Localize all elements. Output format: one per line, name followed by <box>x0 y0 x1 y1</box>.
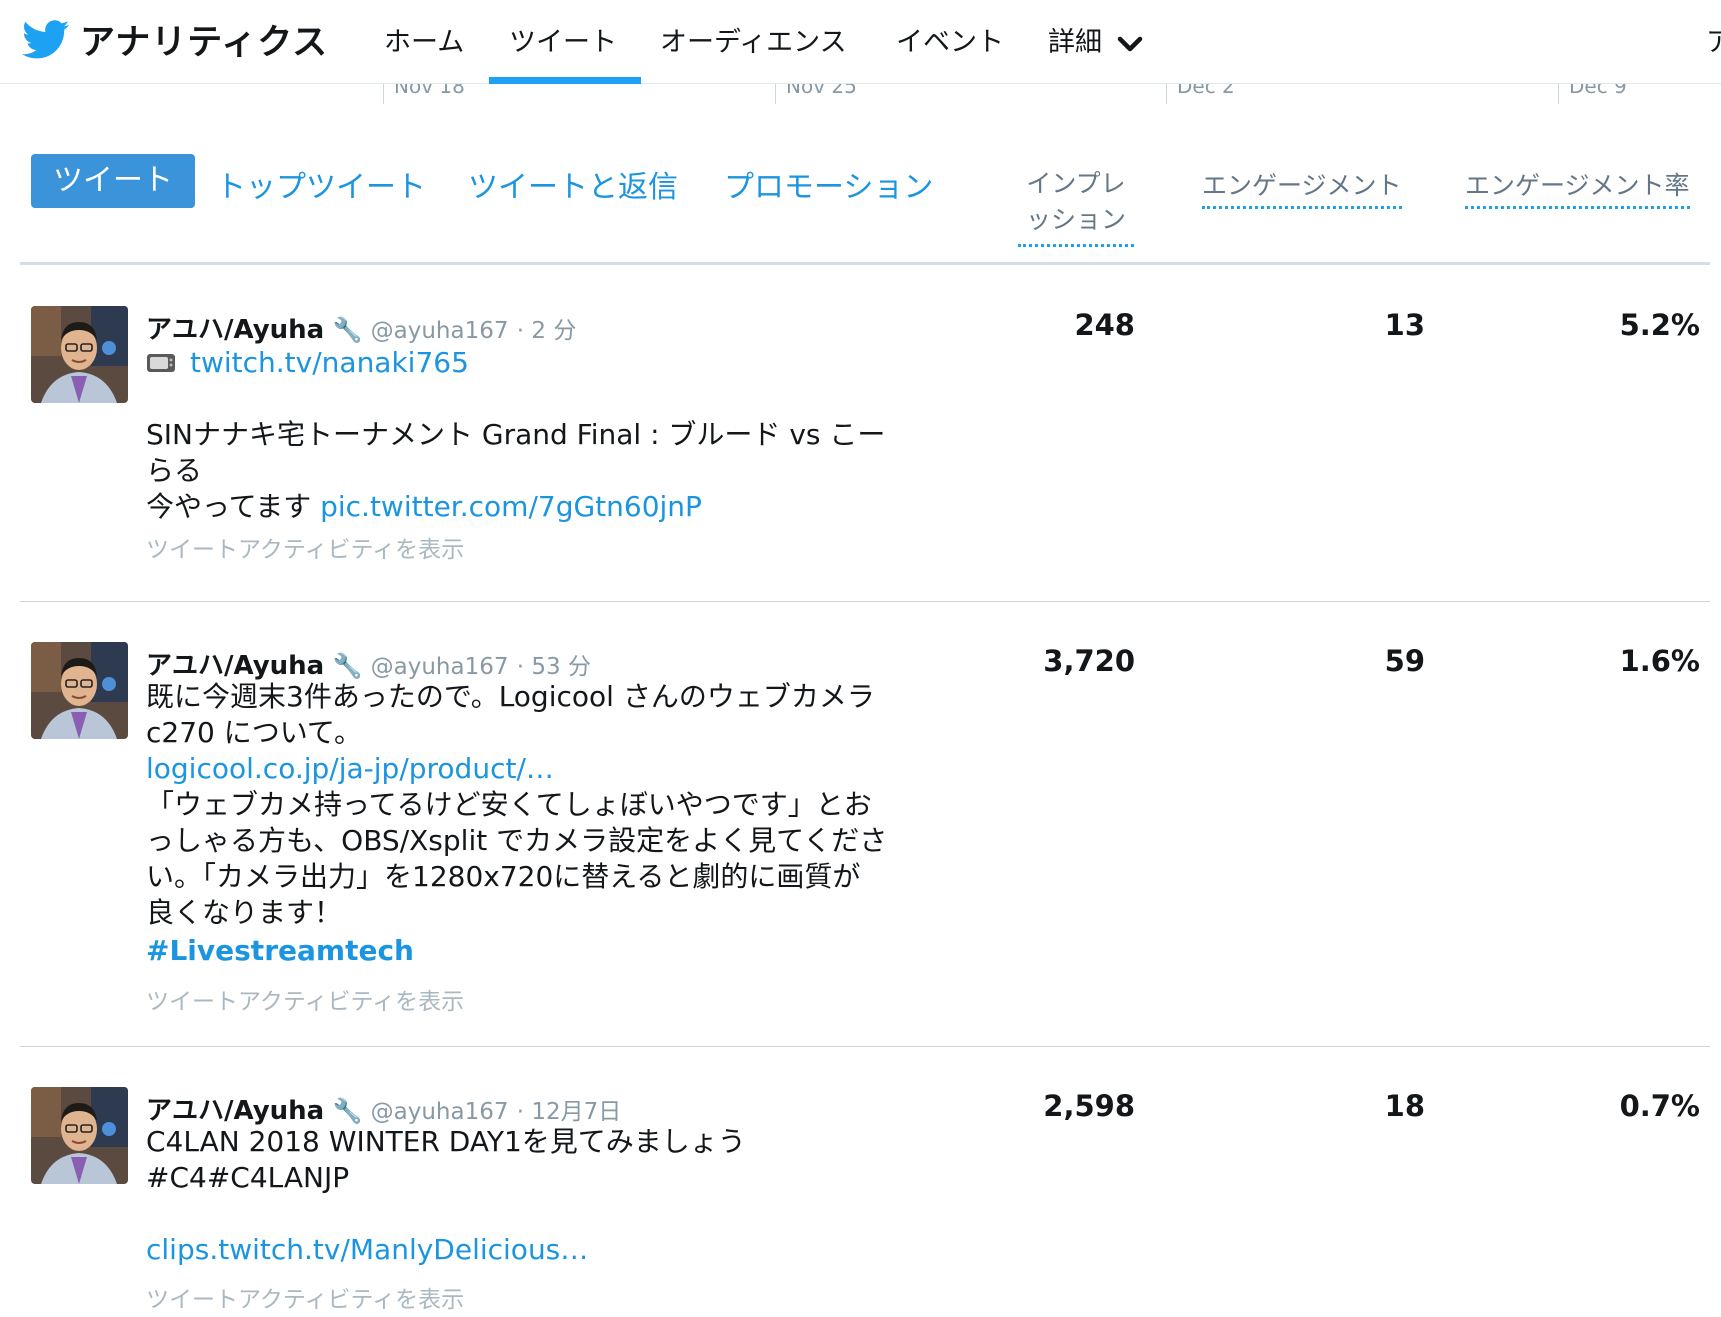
engagement-rate-value: 0.7% <box>1619 1089 1700 1123</box>
tweet-time[interactable]: · 2 分 <box>517 318 577 344</box>
wrench-icon: 🔧 <box>332 652 363 680</box>
engagements-value: 13 <box>1384 308 1425 342</box>
tweet-text: twitch.tv/nanaki765 SINナナキ宅トーナメント Grand … <box>146 345 946 525</box>
tweet-pic-link[interactable]: pic.twitter.com/7gGtn60jnP <box>320 490 702 523</box>
engagements-value: 18 <box>1384 1089 1425 1123</box>
tweet-text-line: い。「カメラ出力」を1280x720に替えると劇的に画質が <box>146 860 861 893</box>
tweet-author-name[interactable]: アユハ/Ayuha <box>146 651 324 681</box>
tweet-row: アユハ/Ayuha 🔧 @ayuha167 · 53 分 既に今週末3件あったの… <box>20 602 1710 1047</box>
tweet-text-line: っしゃる方も、OBS/Xsplit でカメラ設定をよく見てくださ <box>146 824 888 857</box>
nav-tweets[interactable]: ツイート <box>509 20 617 59</box>
col-impressions-line1: インプレ <box>1026 169 1126 198</box>
tweet-text-line: 「ウェブカメ持ってるけど安くてしょぼいやつです」とお <box>146 788 872 821</box>
tweet-author-name[interactable]: アユハ/Ayuha <box>146 1096 324 1126</box>
tweet-text-line: c270 について。 <box>146 716 363 749</box>
avatar-image <box>31 642 128 739</box>
engagements-value: 59 <box>1384 644 1425 678</box>
tweet-text-line: SINナナキ宅トーナメント Grand Final : ブルード vs こー <box>146 418 886 451</box>
tweet-link[interactable]: logicool.co.jp/ja-jp/product/… <box>146 752 554 785</box>
top-navigation: アナリティクス ホーム ツイート オーディエンス イベント 詳細 ア <box>0 0 1721 84</box>
tweet-row: アユハ/Ayuha 🔧 @ayuha167 · 2 分 twitch.tv/na… <box>20 265 1710 602</box>
wrench-icon: 🔧 <box>332 316 363 344</box>
television-icon <box>147 354 175 372</box>
tweet-text-line: らる <box>146 454 203 487</box>
tab-tweets[interactable]: ツイート <box>31 154 195 208</box>
avatar-image <box>31 306 128 403</box>
impressions-value: 3,720 <box>1043 644 1135 678</box>
chevron-down-icon <box>1117 36 1142 51</box>
date-label: Nov 25 <box>775 84 857 104</box>
view-activity-link[interactable]: ツイートアクティビティを表示 <box>146 982 464 1016</box>
tab-promotion[interactable]: プロモーション <box>724 162 933 206</box>
date-label: Dec 2 <box>1166 84 1235 104</box>
tweet-time[interactable]: · 12月7日 <box>517 1099 622 1125</box>
tweet-author-name[interactable]: アユハ/Ayuha <box>146 315 324 345</box>
tweet-handle[interactable]: @ayuha167 <box>371 318 509 344</box>
date-label: Dec 9 <box>1558 84 1627 104</box>
tweet-header: アユハ/Ayuha 🔧 @ayuha167 · 53 分 <box>146 645 591 682</box>
twitter-bird-icon <box>22 19 70 58</box>
tweet-text-line: #C4#C4LANJP <box>146 1161 350 1194</box>
nav-more-label: 詳細 <box>1048 27 1102 58</box>
tweet-text-line: C4LAN 2018 WINTER DAY1を見てみましょう <box>146 1125 746 1158</box>
tweet-link[interactable]: clips.twitch.tv/ManlyDelicious… <box>146 1233 588 1266</box>
avatar-image <box>31 1087 128 1184</box>
view-activity-link[interactable]: ツイートアクティビティを表示 <box>146 530 464 564</box>
tweet-text-line: 今やってます <box>146 490 321 523</box>
avatar[interactable] <box>31 642 128 739</box>
nav-home[interactable]: ホーム <box>384 20 464 59</box>
tab-tweets-and-replies[interactable]: ツイートと返信 <box>468 162 678 206</box>
avatar[interactable] <box>31 1087 128 1184</box>
tweet-text-line: 良くなります！ <box>146 896 343 929</box>
tweet-header: アユハ/Ayuha 🔧 @ayuha167 · 12月7日 <box>146 1090 621 1127</box>
nav-more[interactable]: 詳細 <box>1048 20 1143 59</box>
view-activity-link[interactable]: ツイートアクティビティを表示 <box>146 1280 464 1314</box>
col-impressions[interactable]: インプレ ッション <box>1018 166 1134 247</box>
nav-audience[interactable]: オーディエンス <box>660 20 847 59</box>
tweet-handle[interactable]: @ayuha167 <box>371 654 509 680</box>
tweet-header: アユハ/Ayuha 🔧 @ayuha167 · 2 分 <box>146 309 576 346</box>
col-engagements[interactable]: エンゲージメント <box>1202 166 1402 209</box>
col-engagement-rate[interactable]: エンゲージメント率 <box>1465 166 1690 209</box>
tweet-hashtag[interactable]: #Livestreamtech <box>146 934 414 967</box>
tweet-link[interactable]: twitch.tv/nanaki765 <box>190 346 469 379</box>
tweet-row: アユハ/Ayuha 🔧 @ayuha167 · 12月7日 C4LAN 2018… <box>20 1047 1710 1317</box>
tweet-handle[interactable]: @ayuha167 <box>371 1099 509 1125</box>
impressions-value: 2,598 <box>1043 1089 1135 1123</box>
tab-top-tweets[interactable]: トップツイート <box>216 162 426 206</box>
col-engagement-rate-label: エンゲージメント率 <box>1465 171 1690 209</box>
brand-title: アナリティクス <box>80 23 329 63</box>
date-axis-strip: Nov 18 Nov 25 Dec 2 Dec 9 <box>0 84 1721 104</box>
engagement-rate-value: 5.2% <box>1619 308 1700 342</box>
brand[interactable]: アナリティクス <box>22 14 328 65</box>
tweet-text: 既に今週末3件あったので。Logicool さんのウェブカメラ c270 につい… <box>146 679 946 969</box>
engagement-rate-value: 1.6% <box>1619 644 1700 678</box>
col-impressions-line2: ッション <box>1018 202 1134 247</box>
impressions-value: 248 <box>1074 308 1135 342</box>
active-nav-indicator <box>489 77 641 84</box>
nav-events[interactable]: イベント <box>896 20 1004 59</box>
tweet-text: C4LAN 2018 WINTER DAY1を見てみましょう #C4#C4LAN… <box>146 1124 946 1268</box>
nav-cut-item[interactable]: ア <box>1706 20 1721 59</box>
col-engagements-label: エンゲージメント <box>1202 171 1402 209</box>
tweet-time[interactable]: · 53 分 <box>517 654 591 680</box>
tweet-text-line: 既に今週末3件あったので。Logicool さんのウェブカメラ <box>146 680 875 713</box>
avatar[interactable] <box>31 306 128 403</box>
date-label: Nov 18 <box>383 84 465 104</box>
wrench-icon: 🔧 <box>332 1097 363 1125</box>
